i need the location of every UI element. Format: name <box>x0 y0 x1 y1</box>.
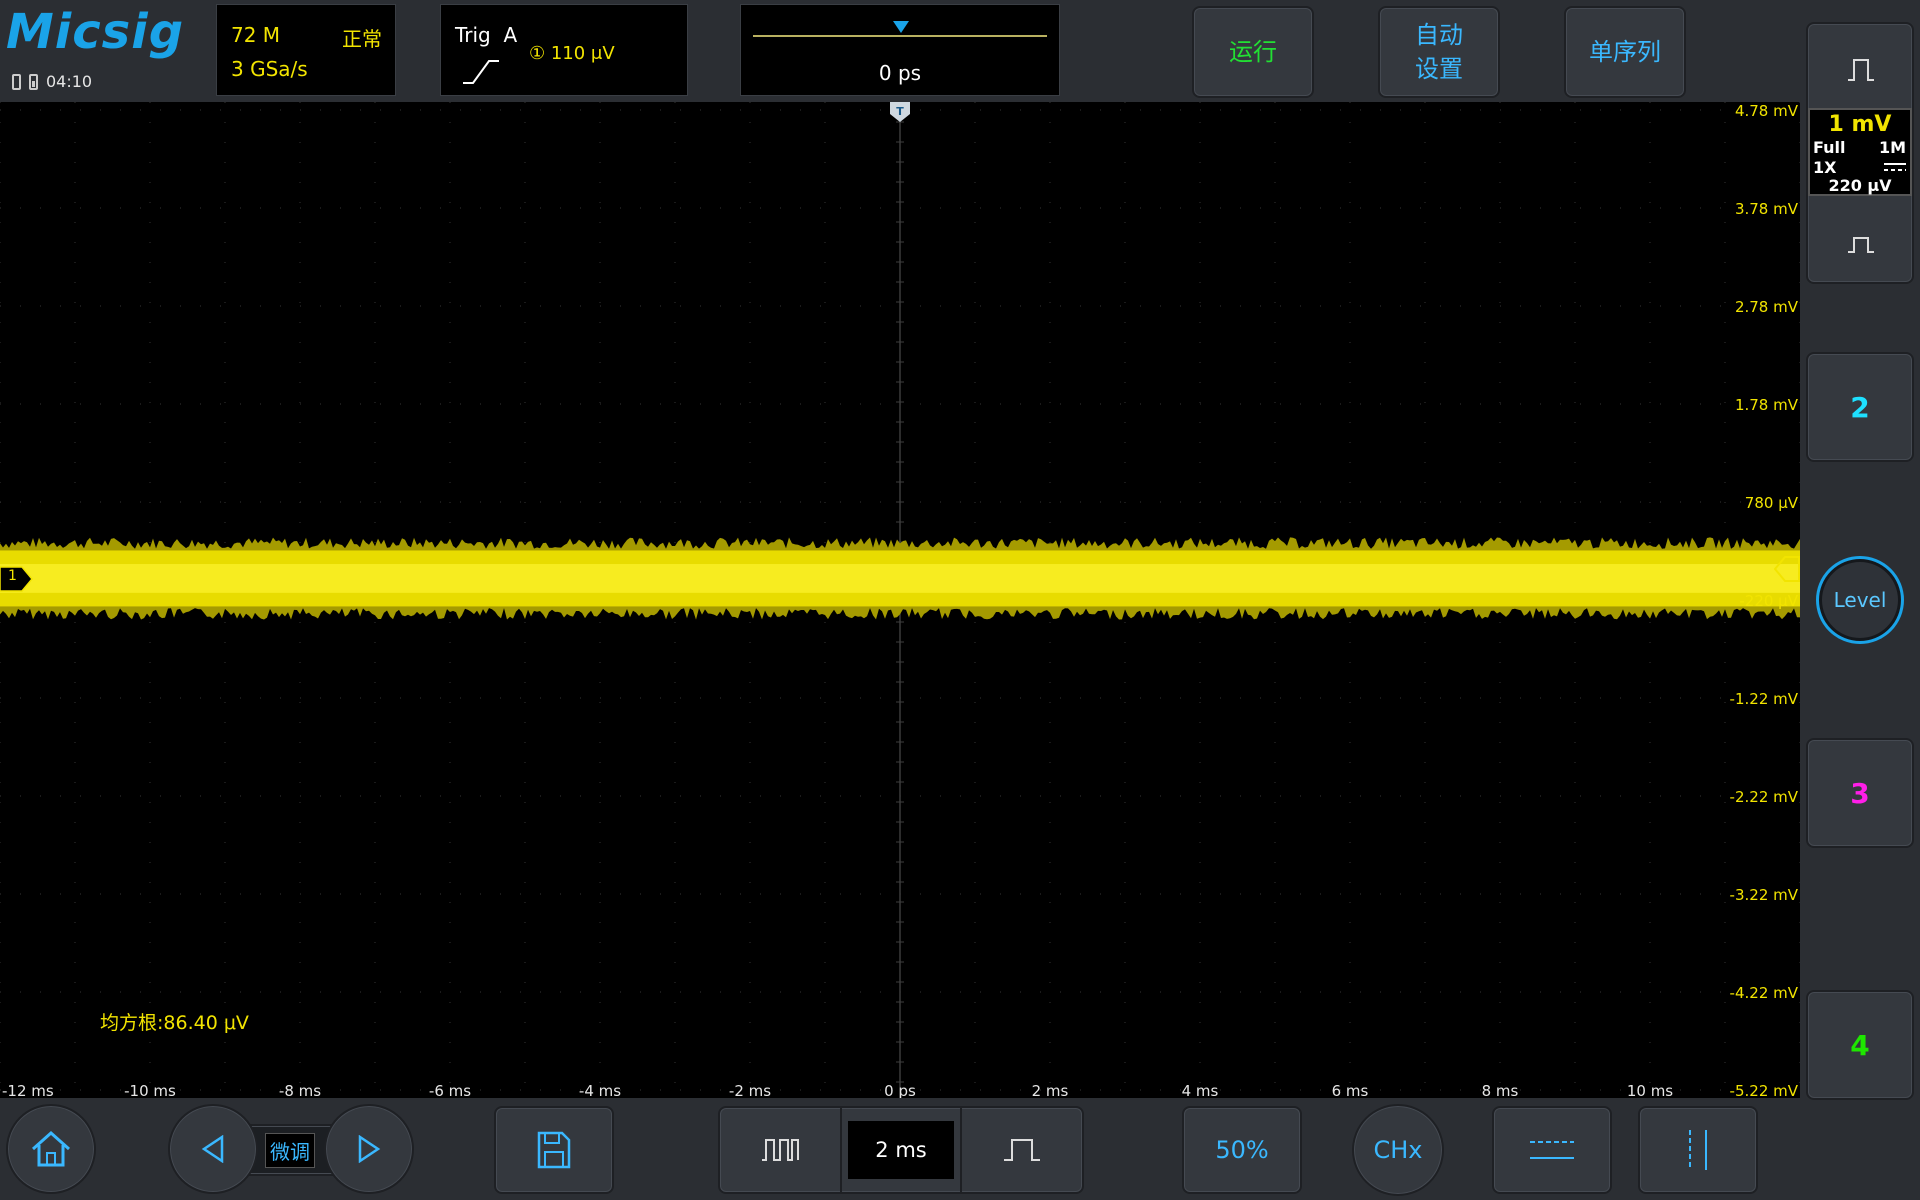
y-tick-label: -2.22 mV <box>1730 788 1799 806</box>
y-tick-label: 2.78 mV <box>1735 298 1799 316</box>
auto-setup-button[interactable]: 自动 设置 <box>1378 6 1500 98</box>
run-button[interactable]: 运行 <box>1192 6 1314 98</box>
rising-edge-icon <box>463 60 499 84</box>
scale-decrease-icon <box>1848 237 1874 253</box>
y-tick-label: -4.22 mV <box>1730 984 1799 1002</box>
x-tick-label: -2 ms <box>729 1082 771 1098</box>
y-tick-label: 4.78 mV <box>1735 102 1799 120</box>
x-tick-label: -8 ms <box>279 1082 321 1098</box>
x-tick-label: -4 ms <box>579 1082 621 1098</box>
timebase-decrease-button[interactable] <box>960 1108 1082 1192</box>
rms-measurement: 均方根:86.40 μV <box>100 1012 249 1034</box>
battery-full-icon <box>29 73 38 90</box>
home-icon <box>32 1130 70 1167</box>
memory-depth: 72 M <box>231 23 281 47</box>
trigger-time-marker[interactable]: T <box>890 102 910 122</box>
y-axis-labels: 4.78 mV 3.78 mV 2.78 mV 1.78 mV 780 μV -220 μ… <box>1730 102 1799 1098</box>
timebase-increase-button[interactable] <box>720 1108 842 1192</box>
scale-increase-icon <box>1848 59 1874 81</box>
ch1-info-box[interactable]: 1 mV Full 1M 1X 220 μV <box>1808 108 1912 196</box>
sample-rate: 3 GSa/s <box>231 57 308 81</box>
arrow-right-icon <box>358 1135 381 1163</box>
x-tick-label: -10 ms <box>124 1082 176 1098</box>
y-tick-label: 780 μV <box>1745 494 1799 512</box>
x-tick-label: 4 ms <box>1182 1082 1219 1098</box>
y-tick-label: -5.22 mV <box>1730 1082 1799 1098</box>
timebase-value: 2 ms <box>848 1121 954 1179</box>
move-right-button[interactable] <box>324 1104 414 1194</box>
x-tick-label: -12 ms <box>2 1082 54 1098</box>
clock: 04:10 <box>46 72 93 91</box>
x-tick-label: 8 ms <box>1482 1082 1519 1098</box>
brand-logo: Micsig <box>6 4 185 60</box>
arrow-left-icon <box>201 1135 224 1163</box>
ch1-marker-label: 1 <box>8 568 17 584</box>
ch1-bandwidth: Full <box>1813 138 1846 157</box>
battery-empty-icon <box>12 73 21 90</box>
ch1-probe: 1X <box>1813 158 1837 177</box>
fine-tune-label: 微调 <box>265 1132 315 1168</box>
waveform-canvas: 4.78 mV 3.78 mV 2.78 mV 1.78 mV 780 μV -220 μ… <box>0 102 1800 1098</box>
x-tick-label: 2 ms <box>1032 1082 1069 1098</box>
dc-coupling-icon <box>1884 163 1906 171</box>
ch3-button[interactable]: 3 <box>1806 738 1914 848</box>
fifty-percent-button[interactable]: 50% <box>1182 1106 1302 1194</box>
x-tick-label: 0 ps <box>884 1082 916 1098</box>
acquisition-panel[interactable]: 72 M 正常 3 GSa/s <box>216 4 396 96</box>
status-row: 04:10 <box>12 72 92 91</box>
x-tick-label: -6 ms <box>429 1082 471 1098</box>
x-axis-labels: -12 ms -10 ms -8 ms -6 ms -4 ms -2 ms 0 ps 2 ms… <box>2 1082 1673 1098</box>
ch1-ground-marker[interactable] <box>0 566 34 592</box>
waveform-display[interactable]: 4.78 mV 3.78 mV 2.78 mV 1.78 mV 780 μV -220 μ… <box>0 102 1800 1098</box>
timebase-narrow-icon <box>1004 1139 1040 1161</box>
ch1-offset: 220 μV <box>1828 176 1892 195</box>
horizontal-cursor-button[interactable] <box>1492 1106 1612 1194</box>
save-button[interactable] <box>494 1106 614 1194</box>
acquisition-mode: 正常 <box>342 27 382 51</box>
y-tick-label: 3.78 mV <box>1735 200 1799 218</box>
vertical-cursor-icon <box>1689 1130 1707 1170</box>
move-left-button[interactable] <box>168 1104 258 1194</box>
ch1-impedance: 1M <box>1878 138 1906 157</box>
single-sequence-button[interactable]: 单序列 <box>1564 6 1686 98</box>
timeline-bar <box>753 35 1047 37</box>
ch1-trace <box>0 537 1800 620</box>
ch1-scale: 1 mV <box>1828 112 1892 137</box>
vertical-cursor-button[interactable] <box>1638 1106 1758 1194</box>
home-button[interactable] <box>6 1104 96 1194</box>
y-tick-label: -1.22 mV <box>1730 690 1799 708</box>
svg-text:T: T <box>896 105 904 118</box>
timebase-control[interactable]: 2 ms <box>718 1106 1084 1194</box>
ch4-button[interactable]: 4 <box>1806 990 1914 1100</box>
x-tick-label: 10 ms <box>1627 1082 1673 1098</box>
trigger-label: Trig A <box>455 23 518 47</box>
trigger-level: ① 110 μV <box>529 43 615 64</box>
y-tick-label: -3.22 mV <box>1730 886 1799 904</box>
trigger-position-icon <box>893 21 909 33</box>
horizontal-cursor-icon <box>1530 1141 1574 1159</box>
timebase-wide-icon <box>762 1139 799 1161</box>
y-tick-label: -220 μV <box>1739 592 1798 610</box>
save-icon <box>537 1131 571 1169</box>
noise-center <box>0 564 1800 593</box>
y-tick-label: 1.78 mV <box>1735 396 1799 414</box>
x-tick-label: 6 ms <box>1332 1082 1369 1098</box>
level-knob[interactable]: Level <box>1816 556 1904 644</box>
horizontal-position-value: 0 ps <box>878 61 922 85</box>
horizontal-position-panel[interactable]: 0 ps <box>740 4 1060 96</box>
chx-button[interactable]: CHx <box>1352 1104 1444 1196</box>
trigger-panel[interactable]: Trig A ① 110 μV <box>440 4 688 96</box>
ch2-button[interactable]: 2 <box>1806 352 1914 462</box>
trigger-level-marker[interactable] <box>1774 556 1800 582</box>
